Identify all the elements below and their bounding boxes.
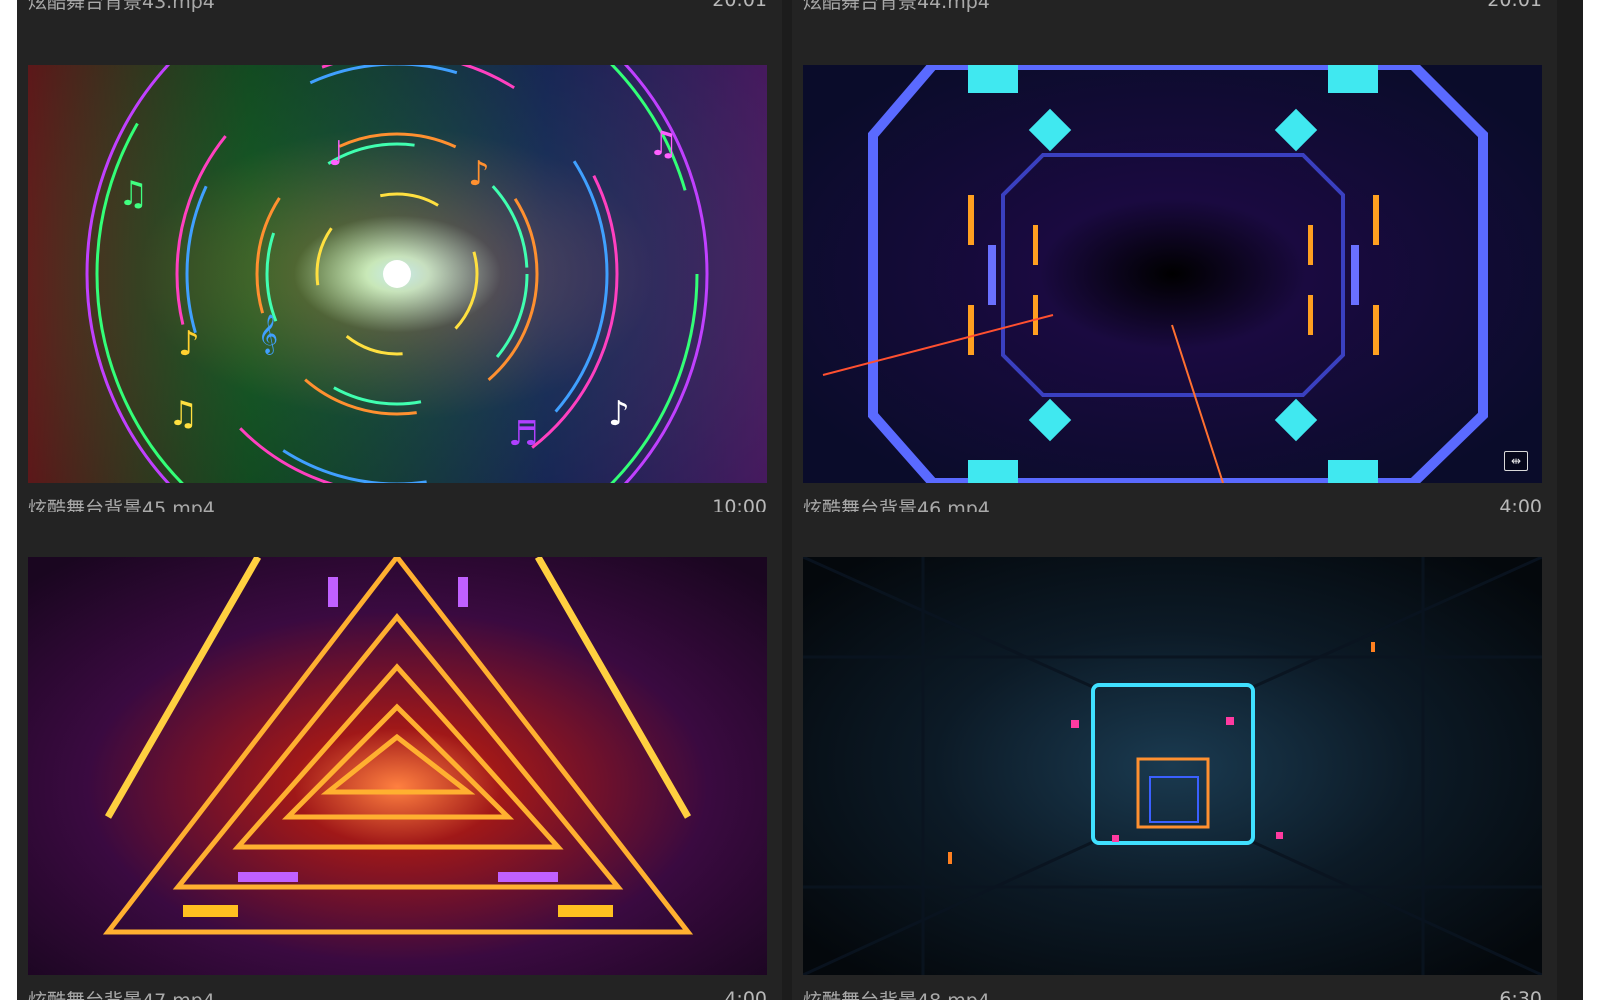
clip-name: 炫酷舞台背景45.mp4 <box>28 497 215 513</box>
clip-tile[interactable]: ♫ ♪ 𝄞 ♫ ♪ ♬ ♩ ♪ ♫ 炫酷舞台背景45.mp4 10:00 <box>17 20 782 512</box>
media-browser-panel: 炫酷舞台背景43.mp4 20:01 炫酷舞台背景44.mp4 20:01 ♫ … <box>17 0 1583 1000</box>
music-spiral-thumbnail-art: ♫ ♪ 𝄞 ♫ ♪ ♬ ♩ ♪ ♫ <box>28 65 767 483</box>
clip-tile[interactable]: 炫酷舞台背景48.mp4 6:30 <box>792 512 1557 1000</box>
clip-caption: 炫酷舞台背景46.mp4 4:00 <box>803 494 1542 512</box>
svg-text:𝄞: 𝄞 <box>258 314 278 355</box>
clip-caption: 炫酷舞台背景47.mp4 4:00 <box>28 986 767 1000</box>
clip-duration: 20:01 <box>712 0 767 11</box>
clip-name: 炫酷舞台背景46.mp4 <box>803 497 990 513</box>
clip-duration: 4:00 <box>1499 496 1542 512</box>
triangle-tunnel-thumbnail-art <box>28 557 767 975</box>
svg-text:♪: ♪ <box>468 154 490 194</box>
clip-duration: 10:00 <box>712 496 767 512</box>
clip-thumbnail[interactable] <box>803 557 1542 975</box>
clip-name: 炫酷舞台背景44.mp4 <box>803 0 990 13</box>
clip-name: 炫酷舞台背景48.mp4 <box>803 986 990 1000</box>
square-tunnel-thumbnail-art <box>803 557 1542 975</box>
svg-text:♩: ♩ <box>328 134 344 174</box>
clip-duration: 4:00 <box>724 988 767 1000</box>
clip-name: 炫酷舞台背景43.mp4 <box>28 0 215 13</box>
clip-duration: 20:01 <box>1487 0 1542 11</box>
clip-caption: 炫酷舞台背景43.mp4 20:01 <box>28 0 767 13</box>
svg-text:♬: ♬ <box>508 414 538 454</box>
clip-name: 炫酷舞台背景47.mp4 <box>28 986 215 1000</box>
clip-caption: 炫酷舞台背景44.mp4 20:01 <box>803 0 1542 13</box>
clip-tile[interactable]: 炫酷舞台背景47.mp4 4:00 <box>17 512 782 1000</box>
clip-duration: 6:30 <box>1499 988 1542 1000</box>
svg-text:♫: ♫ <box>168 394 198 434</box>
clip-caption: 炫酷舞台背景45.mp4 10:00 <box>28 494 767 512</box>
fx-badge-icon: ⇹ <box>1504 451 1528 471</box>
svg-text:♫: ♫ <box>118 174 148 214</box>
clip-thumbnail[interactable]: ⇹ <box>803 65 1542 483</box>
clip-tile[interactable]: ⇹ 炫酷舞台背景46.mp4 4:00 <box>792 20 1557 512</box>
octagon-corridor-thumbnail-art <box>803 65 1542 483</box>
clip-thumbnail[interactable] <box>28 557 767 975</box>
svg-text:♪: ♪ <box>178 324 200 364</box>
clip-thumbnail[interactable]: ♫ ♪ 𝄞 ♫ ♪ ♬ ♩ ♪ ♫ <box>28 65 767 483</box>
svg-text:♪: ♪ <box>608 394 630 434</box>
svg-text:♫: ♫ <box>648 124 678 164</box>
clip-caption: 炫酷舞台背景48.mp4 6:30 <box>803 986 1542 1000</box>
